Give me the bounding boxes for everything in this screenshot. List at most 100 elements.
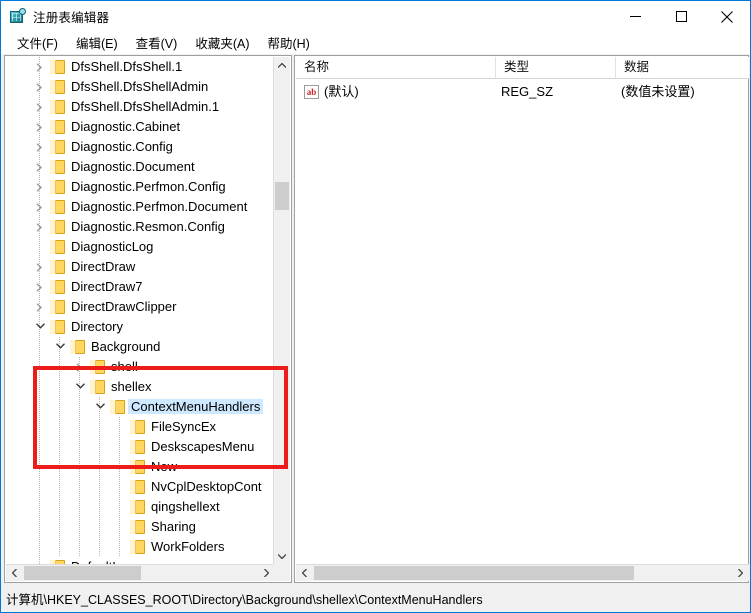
chevron-right-icon[interactable] [32,157,48,177]
folder-icon [50,140,65,154]
tree-item[interactable]: Directory [6,317,275,337]
tree-indent-guide [59,357,60,377]
values-scroll-right-icon[interactable] [732,565,749,581]
tree-item-label-wrap: DirectDraw [68,257,138,277]
folder-icon [130,540,145,554]
tree-item-label: DeskscapesMenu [151,439,255,454]
chevron-right-icon[interactable] [32,177,48,197]
tree-item[interactable]: FileSyncEx [6,417,275,437]
column-header-data[interactable]: 数据 [616,57,749,78]
tree-horizontal-scrollbar[interactable] [6,564,275,581]
tree-item-label: shellex [111,379,152,394]
chevron-right-icon[interactable] [32,297,48,317]
tree-item[interactable]: NvCplDesktopCont [6,477,275,497]
close-button[interactable] [704,1,750,32]
menu-favorites[interactable]: 收藏夹(A) [186,31,258,55]
tree-item[interactable]: DeskscapesMenu [6,437,275,457]
column-header-name[interactable]: 名称 [296,57,496,78]
tree-item[interactable]: Sharing [6,517,275,537]
status-path: 计算机\HKEY_CLASSES_ROOT\Directory\Backgrou… [6,593,483,607]
tree-item-label: DiagnosticLog [71,239,154,254]
chevron-right-icon[interactable] [32,57,48,77]
tree-vertical-scroll-thumb[interactable] [275,182,289,210]
menu-edit[interactable]: 编辑(E) [67,31,127,55]
minimize-button[interactable] [612,1,658,32]
tree-item-label-wrap: Diagnostic.Config [68,137,176,157]
folder-icon [130,480,145,494]
tree-item[interactable]: shellex [6,377,275,397]
folder-icon [70,340,85,354]
chevron-right-icon[interactable] [32,257,48,277]
menu-help[interactable]: 帮助(H) [258,31,318,55]
tree-item[interactable]: DiagnosticLog [6,237,275,257]
column-header-type[interactable]: 类型 [496,57,616,78]
tree-item[interactable]: Diagnostic.Config [6,137,275,157]
tree-item-label: FileSyncEx [151,419,217,434]
chevron-down-icon[interactable] [72,377,88,397]
values-horizontal-scrollbar[interactable] [296,564,749,581]
tree-scroll-left-icon[interactable] [6,565,23,581]
tree-item[interactable]: Diagnostic.Cabinet [6,117,275,137]
registry-values-pane: 名称 类型 数据 ab (默认) REG_SZ (数值未设置) [294,55,749,583]
tree-item[interactable]: DfsShell.DfsShell.1 [6,57,275,77]
tree-indent-guide [39,497,40,517]
chevron-right-icon[interactable] [32,217,48,237]
tree-item-label: Diagnostic.Perfmon.Document [71,199,248,214]
maximize-button[interactable] [658,1,704,32]
chevron-down-icon[interactable] [52,337,68,357]
chevron-right-icon[interactable] [32,137,48,157]
tree-vertical-scrollbar[interactable] [273,57,290,565]
tree-item-label: DirectDraw7 [71,279,143,294]
tree-indent-guide [59,417,60,437]
tree-indent-guide [99,497,100,517]
chevron-right-icon[interactable] [32,197,48,217]
tree-item[interactable]: DirectDraw [6,257,275,277]
values-horizontal-scroll-thumb[interactable] [314,566,634,580]
registry-editor-window: 注册表编辑器 文件(F) 编辑(E) 查看(V) 收藏夹(A) 帮助(H) Df… [0,0,751,613]
tree-item[interactable]: DfsShell.DfsShellAdmin.1 [6,97,275,117]
tree-indent-guide [79,457,80,477]
tree-item[interactable]: DirectDrawClipper [6,297,275,317]
tree-item-label-wrap: DfsShell.DfsShellAdmin [68,77,211,97]
tree-indent-guide [99,417,100,437]
tree-item-label-wrap: DfsShell.DfsShell.1 [68,57,185,77]
status-bar: 计算机\HKEY_CLASSES_ROOT\Directory\Backgrou… [2,586,749,611]
tree-indent-guide [119,477,120,497]
tree-item[interactable]: Diagnostic.Document [6,157,275,177]
values-scroll-left-icon[interactable] [296,565,313,581]
tree-indent-guide [39,337,40,357]
tree-scroll-up-icon[interactable] [274,57,290,74]
tree-item-label-wrap: DirectDrawClipper [68,297,179,317]
tree-item-label: Diagnostic.Resmon.Config [71,219,225,234]
folder-icon [50,80,65,94]
tree-item[interactable]: shell [6,357,275,377]
tree-item[interactable]: WorkFolders [6,537,275,557]
chevron-right-icon[interactable] [32,77,48,97]
chevron-right-icon[interactable] [32,97,48,117]
folder-icon [110,400,125,414]
tree-item[interactable]: Background [6,337,275,357]
menu-view[interactable]: 查看(V) [127,31,187,55]
folder-icon [50,280,65,294]
registry-tree-viewport: DfsShell.DfsShell.1 DfsShell.DfsShellAdmi… [6,57,275,565]
tree-item[interactable]: Diagnostic.Perfmon.Document [6,197,275,217]
chevron-right-icon[interactable] [72,357,88,377]
folder-icon [90,360,105,374]
tree-item[interactable]: qingshellext [6,497,275,517]
tree-horizontal-scroll-thumb[interactable] [24,566,141,580]
tree-scroll-down-icon[interactable] [274,548,290,565]
menu-file[interactable]: 文件(F) [8,31,67,55]
tree-item[interactable]: DirectDraw7 [6,277,275,297]
tree-item[interactable]: New [6,457,275,477]
chevron-right-icon[interactable] [32,277,48,297]
table-row[interactable]: ab (默认) REG_SZ (数值未设置) [296,82,749,102]
chevron-down-icon[interactable] [32,317,48,337]
tree-item[interactable]: Diagnostic.Perfmon.Config [6,177,275,197]
tree-item[interactable]: Diagnostic.Resmon.Config [6,217,275,237]
tree-item[interactable]: ContextMenuHandlers [6,397,275,417]
folder-icon [130,460,145,474]
chevron-right-icon[interactable] [32,117,48,137]
tree-indent-guide [39,417,40,437]
chevron-down-icon[interactable] [92,397,108,417]
tree-item[interactable]: DfsShell.DfsShellAdmin [6,77,275,97]
